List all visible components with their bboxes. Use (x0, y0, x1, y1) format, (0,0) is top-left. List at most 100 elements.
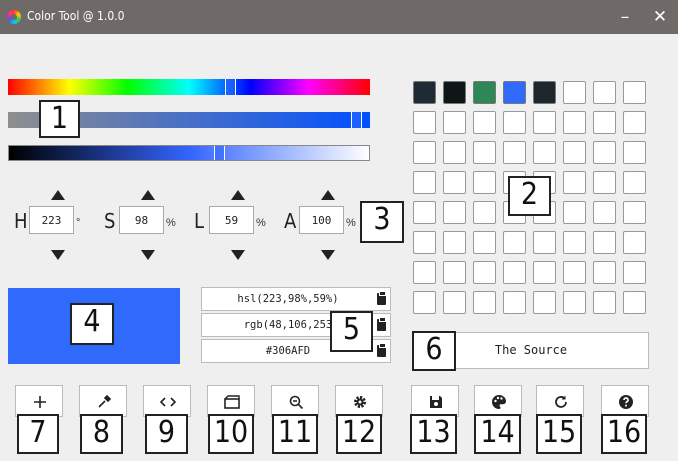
palette-empty-cell[interactable] (593, 201, 616, 224)
minimize-button[interactable]: – (612, 4, 638, 30)
hue-input[interactable] (29, 206, 74, 234)
palette-empty-cell[interactable] (623, 141, 646, 164)
saturation-unit: % (166, 217, 176, 229)
palette-empty-cell[interactable] (563, 171, 586, 194)
lightness-slider-thumb[interactable] (214, 146, 225, 160)
palette-empty-cell[interactable] (563, 291, 586, 314)
palette-empty-cell[interactable] (503, 111, 526, 134)
palette-color-cell[interactable] (503, 81, 526, 104)
code-button[interactable] (143, 385, 191, 417)
palette-empty-cell[interactable] (413, 261, 436, 284)
palette-empty-cell[interactable] (473, 171, 496, 194)
palette-empty-cell[interactable] (503, 231, 526, 254)
palette-empty-cell[interactable] (413, 141, 436, 164)
palette-empty-cell[interactable] (623, 111, 646, 134)
lightness-increment-icon[interactable] (231, 190, 245, 200)
palette-empty-cell[interactable] (623, 291, 646, 314)
palette-empty-cell[interactable] (503, 291, 526, 314)
palette-empty-cell[interactable] (593, 231, 616, 254)
palette-color-cell[interactable] (533, 81, 556, 104)
palette-empty-cell[interactable] (473, 111, 496, 134)
hue-increment-icon[interactable] (51, 190, 65, 200)
copy-clipboard-icon[interactable] (377, 291, 386, 305)
palette-empty-cell[interactable] (533, 111, 556, 134)
palette-empty-cell[interactable] (623, 261, 646, 284)
lightness-slider[interactable] (8, 145, 370, 161)
palette-empty-cell[interactable] (473, 261, 496, 284)
close-button[interactable]: ✕ (647, 4, 673, 30)
callout-label: 12 (336, 414, 382, 454)
palette-empty-cell[interactable] (533, 291, 556, 314)
palette-empty-cell[interactable] (413, 171, 436, 194)
palette-empty-cell[interactable] (563, 81, 586, 104)
palette-empty-cell[interactable] (413, 201, 436, 224)
lightness-label: L (194, 209, 205, 233)
hsl-code-row[interactable]: hsl(223,98%,59%) (201, 287, 391, 311)
lightness-decrement-icon[interactable] (231, 250, 245, 260)
palette-empty-cell[interactable] (563, 261, 586, 284)
palette-empty-cell[interactable] (593, 291, 616, 314)
palette-color-cell[interactable] (473, 81, 496, 104)
palette-empty-cell[interactable] (413, 291, 436, 314)
palette-empty-cell[interactable] (443, 141, 466, 164)
palette-empty-cell[interactable] (533, 261, 556, 284)
palette-empty-cell[interactable] (503, 141, 526, 164)
palette-empty-cell[interactable] (563, 111, 586, 134)
palette-empty-cell[interactable] (563, 231, 586, 254)
saturation-decrement-icon[interactable] (141, 250, 155, 260)
palette-empty-cell[interactable] (413, 231, 436, 254)
saturation-input[interactable] (119, 206, 164, 234)
hue-decrement-icon[interactable] (51, 250, 65, 260)
palette-empty-cell[interactable] (533, 231, 556, 254)
palette-empty-cell[interactable] (413, 111, 436, 134)
palette-color-cell[interactable] (413, 81, 436, 104)
save-button[interactable] (411, 385, 459, 417)
palette-empty-cell[interactable] (593, 81, 616, 104)
palette-button[interactable] (474, 385, 522, 417)
media-button[interactable] (207, 385, 255, 417)
palette-empty-cell[interactable] (503, 261, 526, 284)
palette-empty-cell[interactable] (593, 261, 616, 284)
alpha-field-group: A % (284, 186, 356, 266)
palette-empty-cell[interactable] (623, 201, 646, 224)
palette-icon (492, 395, 506, 409)
palette-color-cell[interactable] (443, 81, 466, 104)
palette-empty-cell[interactable] (443, 171, 466, 194)
palette-empty-cell[interactable] (443, 261, 466, 284)
palette-empty-cell[interactable] (563, 141, 586, 164)
alpha-increment-icon[interactable] (321, 190, 335, 200)
hue-slider[interactable] (8, 79, 370, 95)
saturation-increment-icon[interactable] (141, 190, 155, 200)
settings-button[interactable] (335, 385, 383, 417)
palette-empty-cell[interactable] (443, 231, 466, 254)
add-color-button[interactable] (15, 385, 63, 417)
copy-clipboard-icon[interactable] (377, 317, 386, 331)
palette-empty-cell[interactable] (593, 171, 616, 194)
palette-empty-cell[interactable] (443, 111, 466, 134)
alpha-input[interactable] (299, 206, 344, 234)
palette-empty-cell[interactable] (593, 141, 616, 164)
eyedropper-button[interactable] (79, 385, 127, 417)
zoom-out-button[interactable] (271, 385, 319, 417)
palette-empty-cell[interactable] (623, 231, 646, 254)
saturation-field-group: S % (104, 186, 176, 266)
palette-empty-cell[interactable] (473, 291, 496, 314)
palette-empty-cell[interactable] (623, 171, 646, 194)
alpha-decrement-icon[interactable] (321, 250, 335, 260)
palette-empty-cell[interactable] (473, 141, 496, 164)
palette-empty-cell[interactable] (533, 141, 556, 164)
palette-empty-cell[interactable] (623, 81, 646, 104)
palette-empty-cell[interactable] (563, 201, 586, 224)
lightness-input[interactable] (209, 206, 254, 234)
plus-icon (34, 396, 46, 408)
palette-empty-cell[interactable] (443, 291, 466, 314)
help-button[interactable] (601, 385, 649, 417)
refresh-button[interactable] (536, 385, 584, 417)
palette-empty-cell[interactable] (473, 201, 496, 224)
saturation-slider-thumb[interactable] (351, 112, 362, 128)
palette-empty-cell[interactable] (593, 111, 616, 134)
palette-empty-cell[interactable] (443, 201, 466, 224)
palette-empty-cell[interactable] (473, 231, 496, 254)
copy-clipboard-icon[interactable] (377, 343, 386, 357)
hue-slider-thumb[interactable] (225, 79, 236, 95)
